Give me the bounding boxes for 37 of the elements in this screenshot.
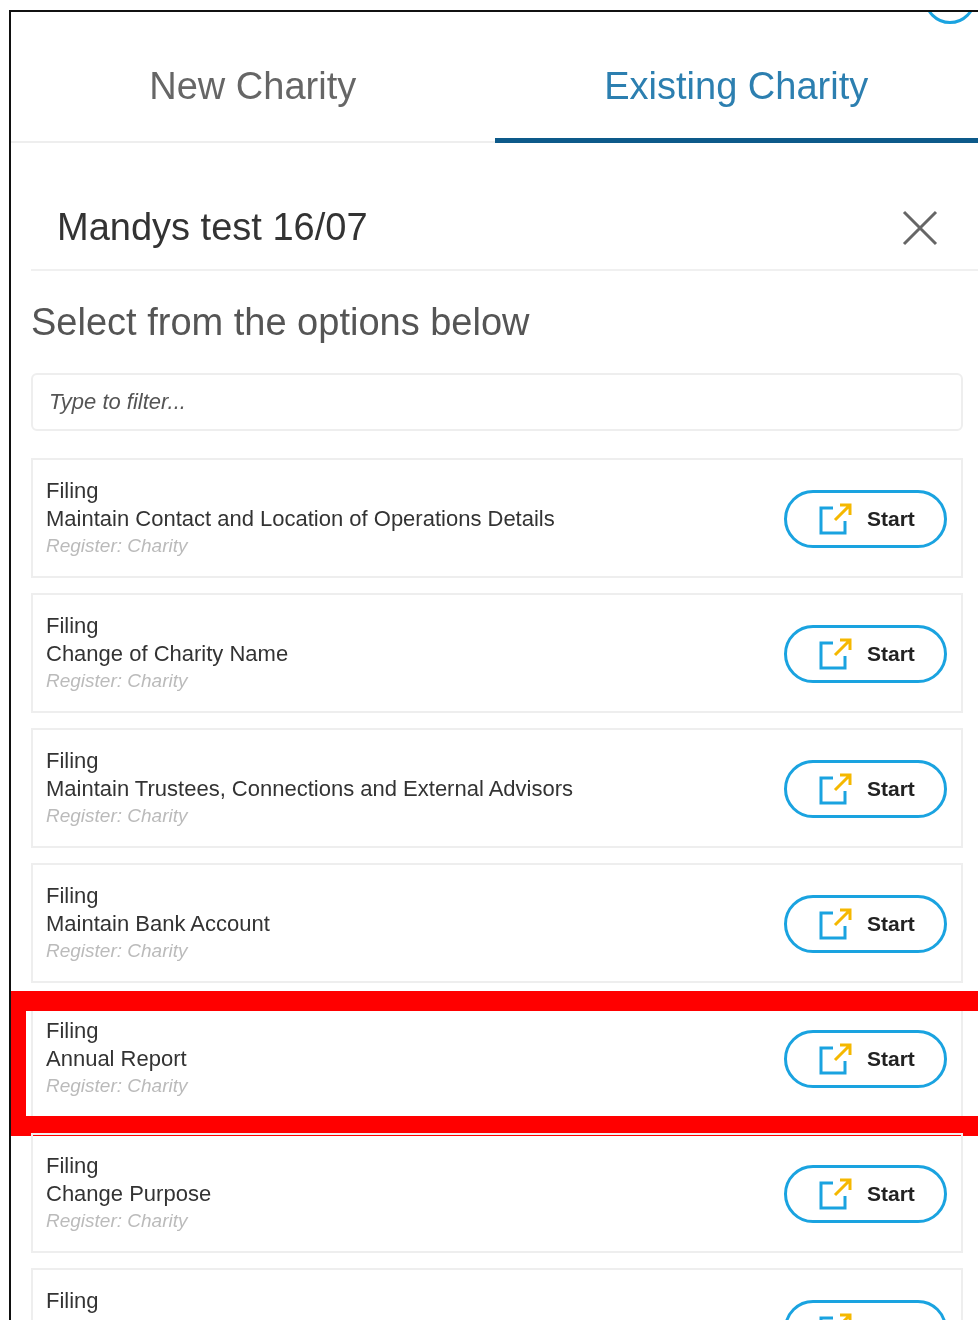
external-link-icon — [819, 638, 853, 670]
option-title: Maintain Trustees, Connections and External Advisors — [46, 776, 574, 803]
option-title: Annual Report — [46, 1046, 188, 1073]
dialog-title: Mandys test 16/07 — [57, 206, 368, 249]
tab[interactable]: Existing Charity — [494, 12, 978, 143]
tab[interactable]: New Charity — [11, 12, 495, 143]
section-heading: Select from the options below — [31, 301, 531, 344]
option-category: Filing — [46, 479, 100, 504]
start-button[interactable]: Start — [784, 895, 947, 953]
option-category: Filing — [46, 1154, 100, 1179]
external-link-icon — [819, 908, 853, 940]
register-label: Register: Charity — [46, 1075, 188, 1098]
option-category: Filing — [46, 884, 100, 909]
start-button[interactable]: Start — [784, 490, 947, 548]
start-button[interactable]: Start — [784, 625, 947, 683]
option-category: Filing — [46, 1019, 100, 1044]
close-icon[interactable] — [902, 209, 938, 246]
register-label: Register: Charity — [46, 805, 190, 828]
start-button[interactable]: Start — [784, 1030, 947, 1088]
register-label: Register: Charity — [46, 1210, 190, 1233]
register-label: Register: Charity — [46, 535, 190, 558]
register-label: Register: Charity — [46, 670, 190, 693]
external-link-icon — [819, 1178, 853, 1210]
external-link-icon — [819, 773, 853, 805]
option-category: Filing — [46, 614, 100, 639]
option-category: Filing — [46, 749, 100, 774]
option-title: Maintain Contact and Location of Operations Details — [46, 506, 555, 533]
start-button[interactable]: Start — [784, 760, 947, 818]
option-title: Change of Charity Name — [46, 641, 289, 668]
option-category: Filing — [46, 1289, 99, 1314]
register-label: Register: Charity — [46, 940, 190, 963]
start-button[interactable]: Start — [784, 1165, 947, 1223]
external-link-icon — [819, 503, 853, 535]
external-link-icon — [819, 1043, 853, 1075]
filter-field[interactable]: Type to filter... — [31, 373, 963, 431]
option-title: Change Purpose — [46, 1181, 212, 1208]
option-title: Maintain Bank Account — [46, 911, 270, 938]
